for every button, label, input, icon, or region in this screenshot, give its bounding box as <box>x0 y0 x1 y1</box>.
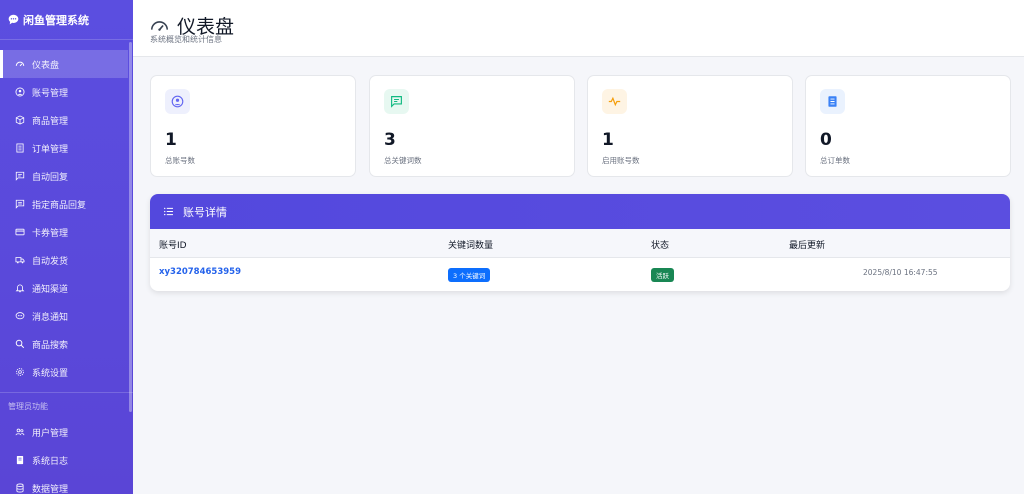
sidebar-item-label: 指定商品回复 <box>32 200 87 211</box>
sidebar-item-label: 系统设置 <box>32 368 69 379</box>
sidebar-scrollbar[interactable] <box>129 42 132 412</box>
gear-icon <box>15 367 25 377</box>
stat-card-active-accounts: 1 启用账号数 <box>587 75 793 177</box>
sidebar-item-label: 订单管理 <box>32 144 69 155</box>
chat-left-text-icon <box>15 171 25 181</box>
stat-card-orders: 0 总订单数 <box>805 75 1011 177</box>
chat-square-text-icon <box>15 199 25 209</box>
sidebar-item-product-search[interactable]: 商品搜索 <box>0 330 133 358</box>
table-row[interactable]: xy320784653959 3 个关键词 活跃 2025/8/10 16:47… <box>150 258 1010 289</box>
stat-label: 总订单数 <box>820 156 850 165</box>
sidebar-item-auto-reply[interactable]: 自动回复 <box>0 162 133 190</box>
keyword-count-badge: 3 个关键词 <box>448 268 491 282</box>
sidebar-item-label: 系统日志 <box>32 456 69 467</box>
stat-card-keywords: 3 总关键词数 <box>369 75 575 177</box>
sidebar: 闲鱼管理系统 仪表盘 账号管理 商品管理 订单管理 自动回复 指定商品回复 卡券… <box>0 0 133 494</box>
sidebar-item-users[interactable]: 用户管理 <box>0 418 133 446</box>
column-header: 关键词数量 <box>448 241 494 251</box>
sidebar-item-orders[interactable]: 订单管理 <box>0 134 133 162</box>
sidebar-item-dashboard[interactable]: 仪表盘 <box>0 50 128 78</box>
credit-card-icon <box>15 227 25 237</box>
column-header: 状态 <box>651 241 670 251</box>
app-title: 闲鱼管理系统 <box>23 13 89 27</box>
speedometer-icon <box>150 16 169 35</box>
sidebar-item-notify-channels[interactable]: 通知渠道 <box>0 274 133 302</box>
stat-value: 1 <box>165 130 177 150</box>
document-icon <box>820 89 845 114</box>
journal-icon <box>15 455 25 465</box>
chat-bubble-icon <box>8 14 19 25</box>
speedometer-icon <box>15 59 25 69</box>
bell-icon <box>15 283 25 293</box>
database-icon <box>15 483 25 493</box>
stat-label: 启用账号数 <box>602 156 640 165</box>
activity-icon <box>602 89 627 114</box>
sidebar-item-label: 用户管理 <box>32 428 69 439</box>
search-icon <box>15 339 25 349</box>
sidebar-item-label: 通知渠道 <box>32 284 69 295</box>
last-updated: 2025/8/10 16:47:55 <box>863 268 938 277</box>
person-icon <box>165 89 190 114</box>
stat-card-accounts: 1 总账号数 <box>150 75 356 177</box>
sidebar-item-label: 自动发货 <box>32 256 69 267</box>
account-details-panel: 账号详情 账号ID 关键词数量 状态 最后更新 xy320784653959 3… <box>150 194 1010 291</box>
main-nav: 仪表盘 账号管理 商品管理 订单管理 自动回复 指定商品回复 卡券管理 自动发货… <box>0 40 133 386</box>
stat-value: 0 <box>820 130 832 150</box>
stat-value: 1 <box>602 130 614 150</box>
admin-section-label: 管理员功能 <box>8 402 48 411</box>
account-id-link[interactable]: xy320784653959 <box>159 267 241 277</box>
sidebar-item-auto-delivery[interactable]: 自动发货 <box>0 246 133 274</box>
panel-header: 账号详情 <box>150 194 1010 229</box>
people-icon <box>15 427 25 437</box>
sidebar-item-cards[interactable]: 卡券管理 <box>0 218 133 246</box>
sidebar-item-label: 数据管理 <box>32 484 69 494</box>
chat-icon <box>384 89 409 114</box>
sidebar-item-label: 仪表盘 <box>32 60 60 71</box>
stat-label: 总关键词数 <box>384 156 422 165</box>
sidebar-item-label: 账号管理 <box>32 88 69 99</box>
box-icon <box>15 115 25 125</box>
sidebar-item-products[interactable]: 商品管理 <box>0 106 133 134</box>
stat-value: 3 <box>384 130 396 150</box>
stat-label: 总账号数 <box>165 156 195 165</box>
table-header: 账号ID 关键词数量 状态 最后更新 <box>150 229 1010 258</box>
chat-dots-icon <box>15 311 25 321</box>
sidebar-item-label: 卡券管理 <box>32 228 69 239</box>
column-header: 账号ID <box>159 241 187 251</box>
brand[interactable]: 闲鱼管理系统 <box>0 0 133 40</box>
sidebar-item-label: 商品搜索 <box>32 340 69 351</box>
sidebar-item-logs[interactable]: 系统日志 <box>0 446 133 474</box>
truck-icon <box>15 255 25 265</box>
receipt-icon <box>15 143 25 153</box>
sidebar-item-settings[interactable]: 系统设置 <box>0 358 133 386</box>
stats-row: 1 总账号数 3 总关键词数 1 启用账号数 0 总订单数 <box>150 75 1011 177</box>
status-badge: 活跃 <box>651 268 674 282</box>
sidebar-item-data[interactable]: 数据管理 <box>0 474 133 494</box>
sidebar-item-label: 消息通知 <box>32 312 69 323</box>
list-icon <box>163 206 174 217</box>
sidebar-item-label: 商品管理 <box>32 116 69 127</box>
sidebar-item-messages[interactable]: 消息通知 <box>0 302 133 330</box>
page-header: 仪表盘 系统概览和统计信息 <box>133 0 1024 57</box>
sidebar-item-accounts[interactable]: 账号管理 <box>0 78 133 106</box>
sidebar-item-label: 自动回复 <box>32 172 69 183</box>
page-subtitle: 系统概览和统计信息 <box>150 35 222 44</box>
user-circle-icon <box>15 87 25 97</box>
column-header: 最后更新 <box>789 241 826 251</box>
panel-title: 账号详情 <box>183 205 227 219</box>
sidebar-item-item-reply[interactable]: 指定商品回复 <box>0 190 133 218</box>
